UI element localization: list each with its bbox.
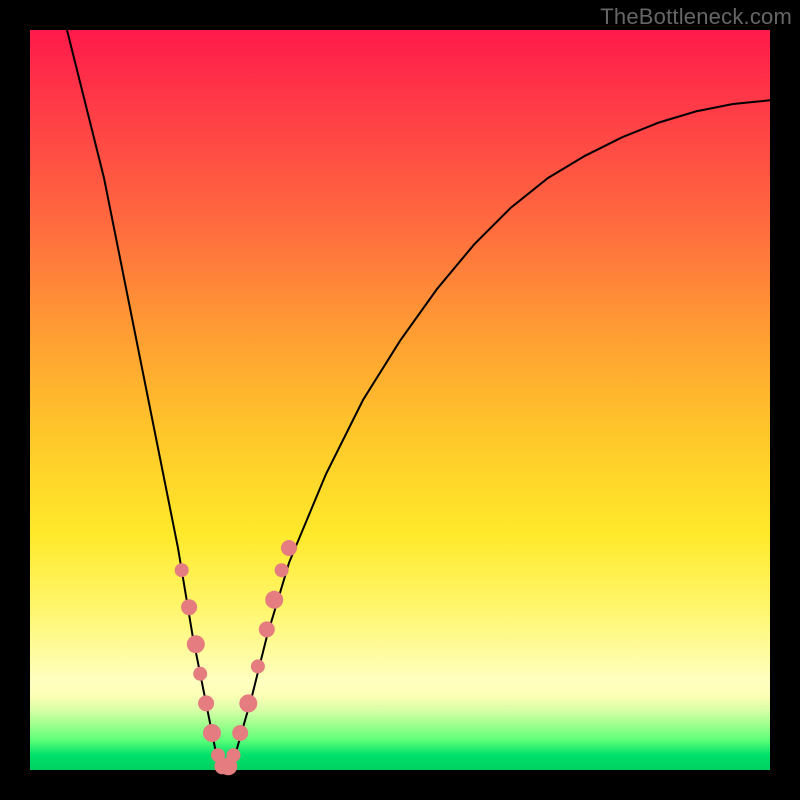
marker-point [275,563,289,577]
marker-point [259,621,275,637]
plot-area [30,30,770,770]
marker-point [227,748,241,762]
marker-group [175,540,297,775]
marker-point [251,659,265,673]
marker-point [281,540,297,556]
marker-point [203,724,221,742]
marker-point [265,591,283,609]
bottleneck-curve [67,30,770,770]
marker-point [181,599,197,615]
chart-frame: TheBottleneck.com [0,0,800,800]
marker-point [239,694,257,712]
marker-point [198,695,214,711]
watermark-text: TheBottleneck.com [600,4,792,30]
marker-point [193,667,207,681]
marker-point [175,563,189,577]
marker-point [232,725,248,741]
marker-point [187,635,205,653]
curve-layer [30,30,770,770]
